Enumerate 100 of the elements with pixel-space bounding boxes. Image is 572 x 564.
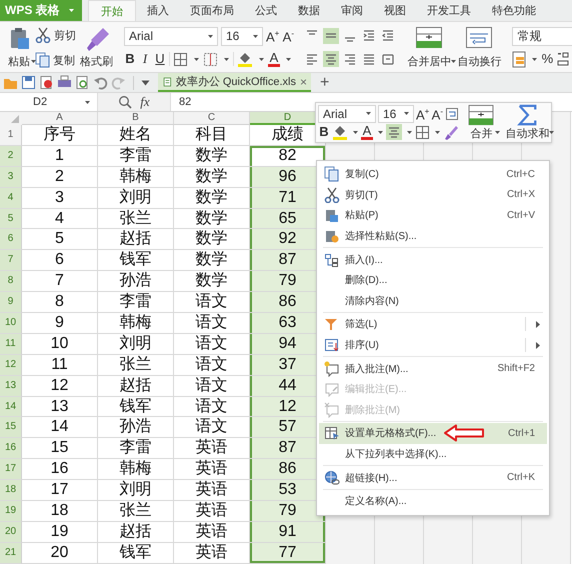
row-header[interactable]: 14 bbox=[0, 396, 22, 418]
wrap-text-icon[interactable] bbox=[445, 106, 460, 120]
row-header[interactable]: 17 bbox=[0, 459, 22, 480]
center-align-icon[interactable] bbox=[386, 124, 402, 140]
table-cell: 1 bbox=[22, 146, 98, 167]
new-tab-button[interactable]: + bbox=[320, 74, 330, 92]
ribbon-tab[interactable]: 审阅 bbox=[331, 0, 373, 21]
caret-icon[interactable] bbox=[434, 130, 441, 134]
ribbon-tab[interactable]: 特色功能 bbox=[482, 0, 546, 21]
grow-font-button[interactable]: A$^{+}$ bbox=[416, 104, 430, 124]
ribbon-tab[interactable]: 公式 bbox=[245, 0, 287, 21]
caret-icon[interactable] bbox=[84, 100, 91, 104]
brush-icon[interactable] bbox=[443, 124, 459, 140]
caret-icon[interactable] bbox=[531, 56, 538, 62]
save-icon[interactable] bbox=[21, 75, 36, 90]
row-header[interactable]: 9 bbox=[0, 292, 22, 314]
insert-function-button[interactable]: fx bbox=[140, 94, 150, 110]
bold-button[interactable]: B bbox=[124, 51, 136, 67]
row-header[interactable]: 7 bbox=[0, 250, 22, 272]
caret-icon[interactable] bbox=[258, 56, 265, 62]
bold-button[interactable]: B bbox=[318, 124, 330, 140]
row-header[interactable]: 20 bbox=[0, 522, 22, 543]
row-header[interactable]: 4 bbox=[0, 188, 22, 209]
row-header[interactable]: 6 bbox=[0, 229, 22, 250]
ribbon-tab[interactable]: 开始 bbox=[88, 0, 136, 21]
fill-color-icon[interactable] bbox=[237, 50, 253, 68]
dropdown-icon[interactable] bbox=[141, 80, 150, 86]
row-header[interactable]: 13 bbox=[0, 376, 22, 397]
table-cell: 张兰 bbox=[98, 354, 174, 376]
decimal-icon[interactable] bbox=[556, 51, 570, 67]
merge-center-button[interactable]: 合并居中 bbox=[405, 25, 454, 70]
font-dropdown[interactable]: Arial bbox=[318, 104, 376, 122]
row-header[interactable]: 12 bbox=[0, 354, 22, 376]
document-tab[interactable]: 效率办公 QuickOffice.xls × bbox=[158, 73, 311, 92]
font-size-dropdown[interactable]: 16 bbox=[378, 104, 414, 122]
italic-button[interactable]: I bbox=[139, 51, 151, 67]
row-header[interactable]: 3 bbox=[0, 166, 22, 188]
caret-icon[interactable] bbox=[352, 130, 359, 134]
grow-font-button[interactable]: A$^{+}$ bbox=[266, 26, 280, 46]
caret-icon[interactable] bbox=[450, 59, 458, 64]
zoom-icon[interactable] bbox=[118, 95, 132, 109]
caret-icon[interactable] bbox=[223, 56, 230, 62]
center-align-icon[interactable] bbox=[323, 51, 340, 67]
number-format-dropdown[interactable]: 常规 bbox=[512, 26, 572, 46]
row-header[interactable]: 21 bbox=[0, 542, 22, 564]
row-header[interactable]: 18 bbox=[0, 480, 22, 502]
row-header[interactable]: 1 bbox=[0, 125, 22, 146]
ribbon-tab[interactable]: 页面布局 bbox=[180, 0, 244, 21]
table-cell: 10 bbox=[22, 334, 98, 355]
caret-icon[interactable] bbox=[207, 34, 214, 38]
format-painter-button[interactable]: 格式刷 bbox=[78, 25, 115, 70]
table-cell: 12 bbox=[22, 376, 98, 397]
caret-icon[interactable] bbox=[377, 130, 384, 134]
underline-button[interactable]: U bbox=[154, 51, 166, 67]
border-icon[interactable] bbox=[173, 52, 188, 66]
ribbon-tab[interactable]: 开发工具 bbox=[417, 0, 481, 21]
ribbon-tab[interactable]: 插入 bbox=[137, 0, 179, 21]
row-header[interactable]: 16 bbox=[0, 438, 22, 460]
caret-icon[interactable] bbox=[193, 56, 200, 62]
middle-align-icon[interactable] bbox=[323, 28, 340, 44]
row-header[interactable]: 8 bbox=[0, 271, 22, 292]
font-size-dropdown[interactable]: 16 bbox=[221, 26, 263, 46]
close-tab-button[interactable]: × bbox=[300, 74, 307, 88]
caret-icon[interactable] bbox=[30, 59, 37, 64]
caret-icon[interactable] bbox=[285, 56, 292, 62]
row-header[interactable]: 15 bbox=[0, 417, 22, 438]
merge-button[interactable]: 合并 bbox=[465, 104, 502, 141]
undo-icon[interactable] bbox=[93, 75, 108, 90]
column-header[interactable]: A bbox=[22, 112, 98, 125]
caret-icon[interactable] bbox=[548, 130, 556, 135]
wrap-text-button[interactable]: 自动换行 bbox=[455, 25, 504, 70]
autosum-button[interactable]: 自动求和 bbox=[503, 104, 556, 141]
font-dropdown[interactable]: Arial bbox=[124, 26, 218, 46]
shrink-font-button[interactable]: A$^{-}$ bbox=[431, 104, 444, 124]
cell-style-icon[interactable] bbox=[203, 52, 218, 66]
percent-button[interactable]: % bbox=[541, 51, 554, 67]
table-cell: 钱军 bbox=[98, 542, 174, 564]
fill-color-icon[interactable] bbox=[332, 124, 348, 140]
menu-item[interactable]: 设置单元格格式(F)... Ctrl+1 bbox=[319, 423, 547, 444]
column-header[interactable]: C bbox=[174, 112, 250, 125]
border-icon[interactable] bbox=[415, 124, 430, 140]
row-header[interactable]: 2 bbox=[0, 146, 22, 167]
row-header[interactable]: 10 bbox=[0, 313, 22, 334]
font-color-button[interactable]: A bbox=[268, 51, 280, 67]
number-format-icon[interactable] bbox=[512, 50, 526, 68]
font-color-button[interactable]: A bbox=[361, 124, 373, 140]
ribbon-tab[interactable]: 视图 bbox=[374, 0, 416, 21]
caret-icon[interactable] bbox=[494, 130, 502, 135]
paste-button[interactable]: 粘贴 bbox=[5, 25, 33, 70]
copy-button[interactable]: 复制 bbox=[35, 52, 76, 68]
row-header[interactable]: 19 bbox=[0, 501, 22, 522]
ribbon-tab[interactable]: 数据 bbox=[288, 0, 330, 21]
row-header[interactable]: 11 bbox=[0, 334, 22, 355]
cut-button[interactable]: 剪切 bbox=[35, 27, 76, 43]
caret-icon[interactable] bbox=[406, 130, 413, 134]
shrink-font-button[interactable]: A$^{-}$ bbox=[282, 26, 294, 46]
column-header[interactable]: B bbox=[98, 112, 174, 125]
print-icon[interactable] bbox=[57, 75, 72, 90]
row-header[interactable]: 5 bbox=[0, 208, 22, 230]
caret-icon[interactable] bbox=[252, 34, 259, 38]
